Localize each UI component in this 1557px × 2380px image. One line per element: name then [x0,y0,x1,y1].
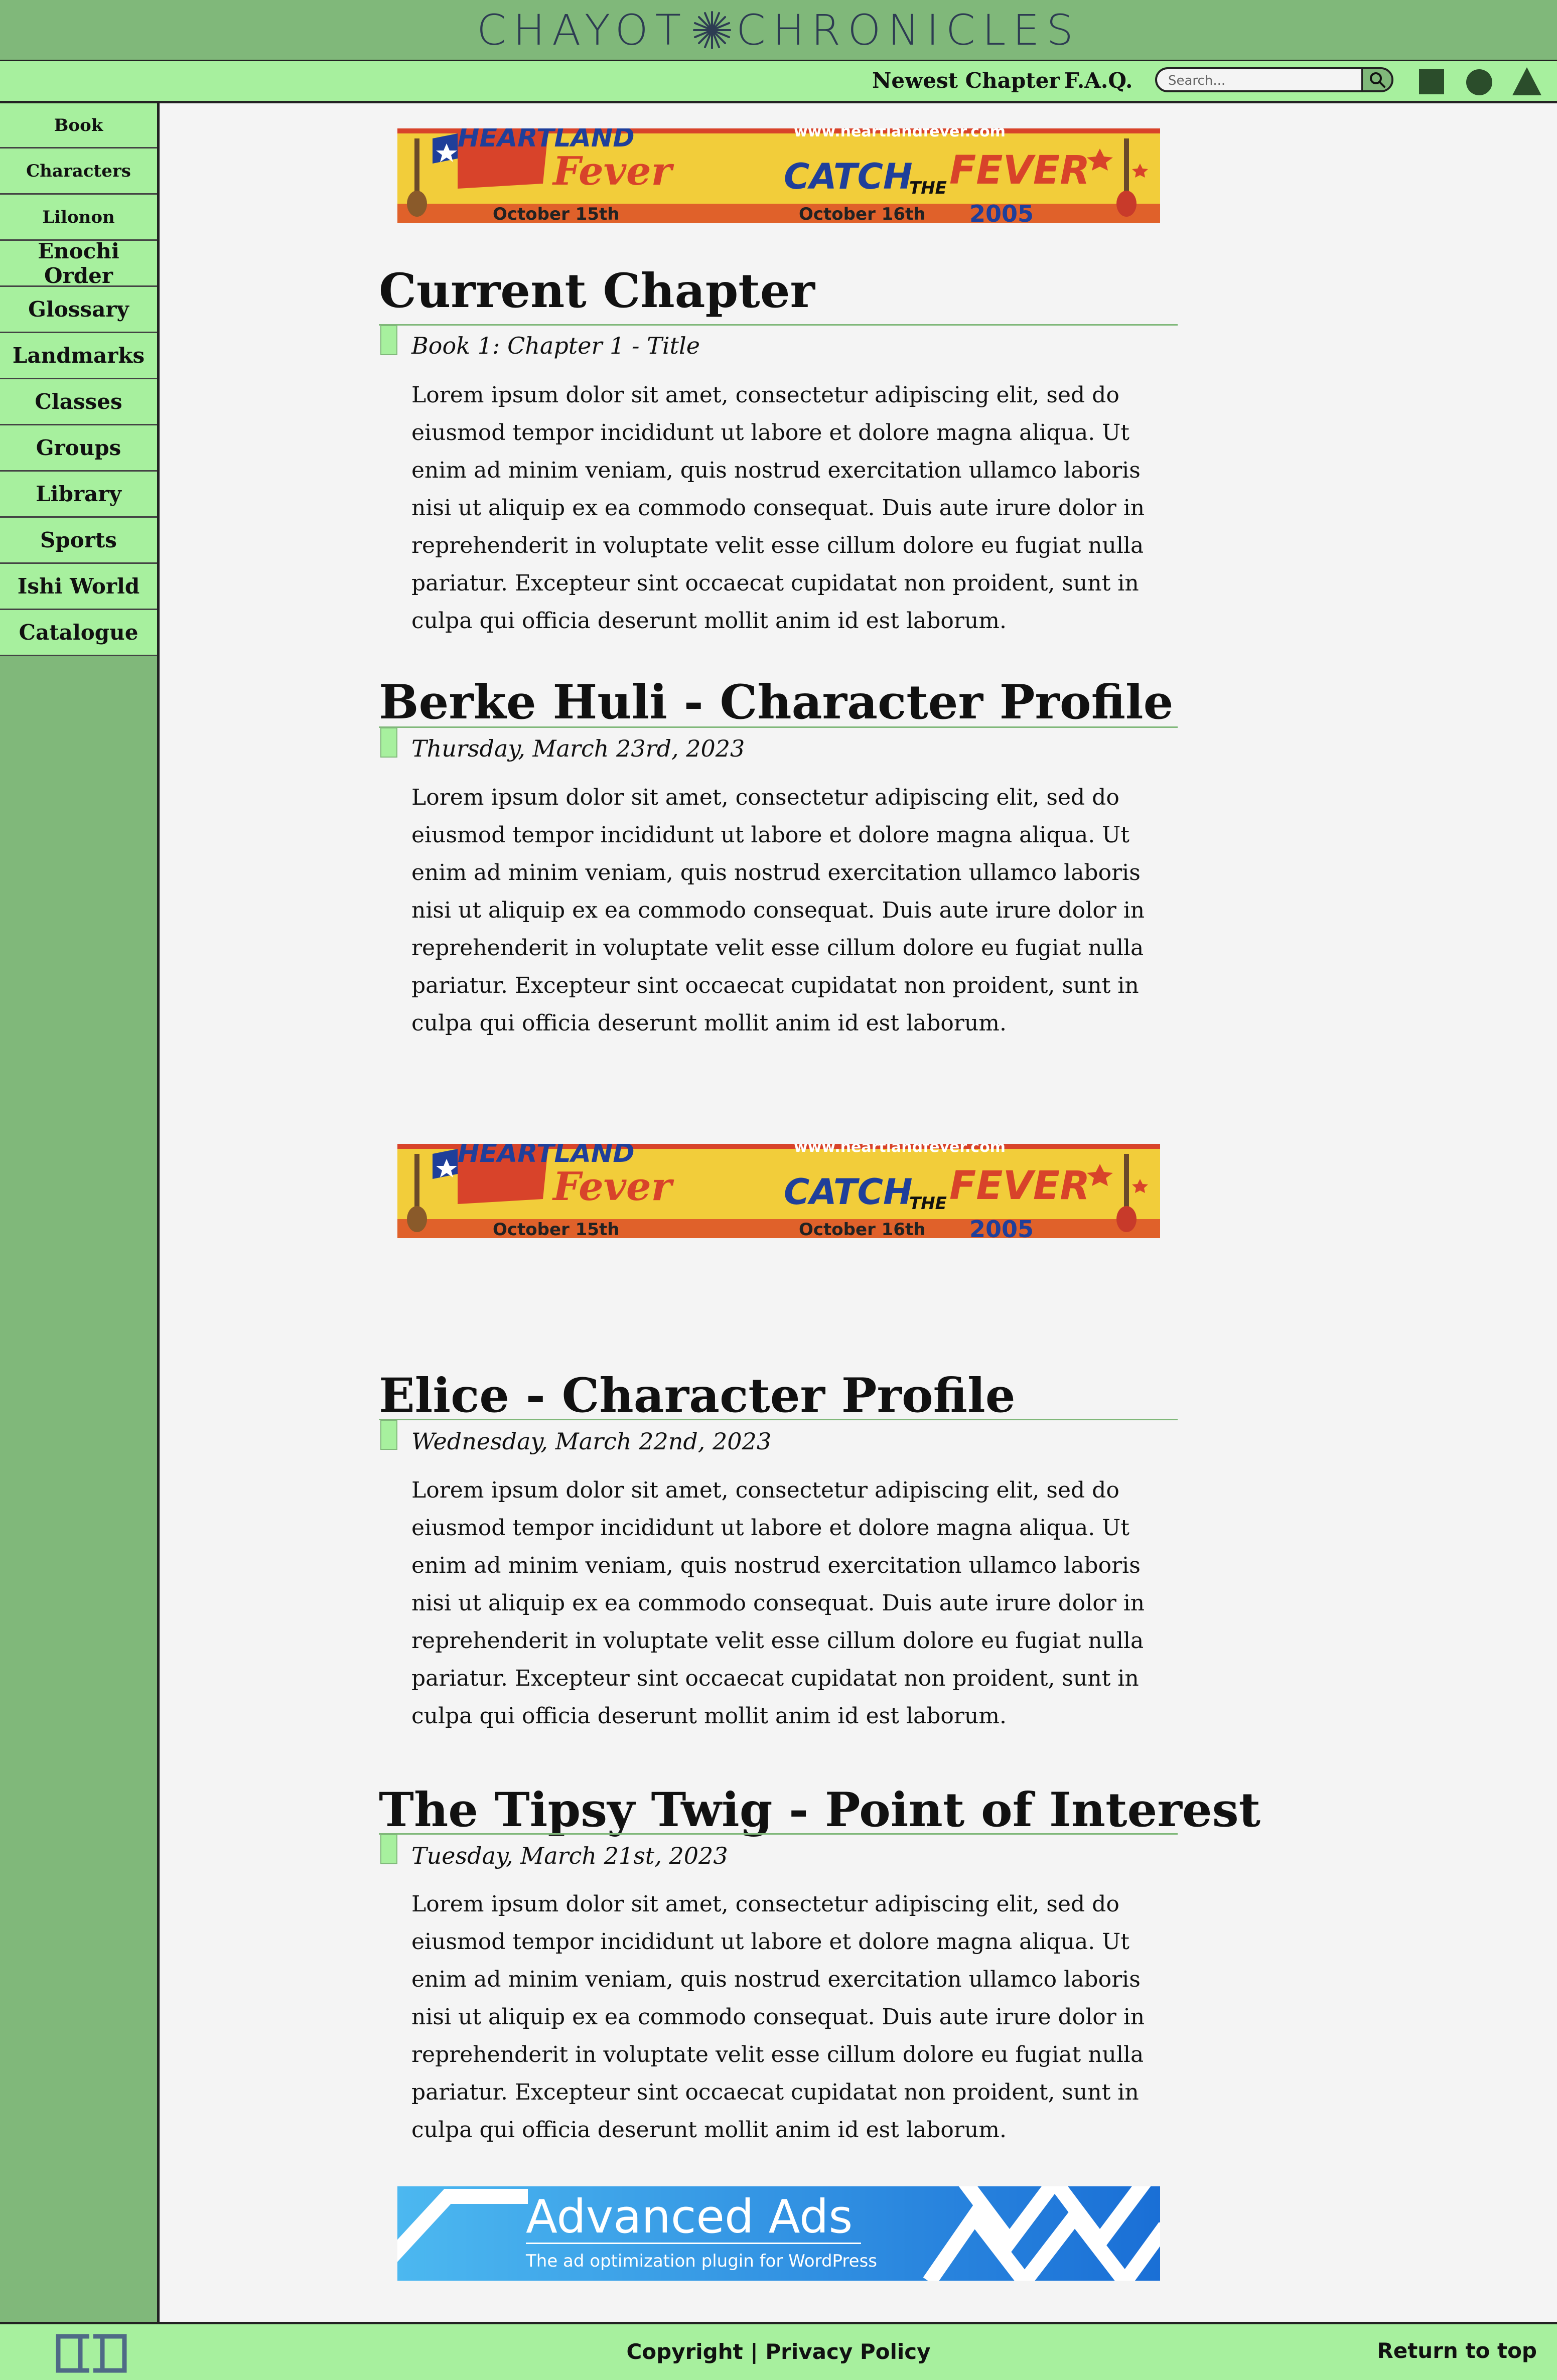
ad-heartland-year: 2005 [969,200,1034,223]
copyright-link[interactable]: Copyright [626,2339,743,2364]
sidebar-item-label: Book [54,115,103,135]
ad-banner-heartland[interactable]: HEARTLAND Fever www.heartlandfever.com C… [397,1144,1160,1238]
ad-banner-advanced-ads[interactable]: Advanced Ads The ad optimization plugin … [397,2186,1160,2281]
heartland-ad-graphic: HEARTLAND Fever www.heartlandfever.com C… [397,128,1160,223]
sidebar-item-enochi-order[interactable]: Enochi Order [0,238,157,288]
site-footer: Copyright | Privacy Policy Return to top [0,2322,1557,2380]
site-title-part1: CHAYOT [477,5,688,55]
square-icon[interactable] [1419,69,1444,94]
sidebar-item-landmarks[interactable]: Landmarks [0,333,157,379]
post-meta: Thursday, March 23rd, 2023 [411,735,745,762]
ad-heartland-the: THE [909,1194,947,1214]
sidebar-item-label: Lilonon [42,207,115,227]
post-meta: Wednesday, March 22nd, 2023 [411,1428,772,1455]
sidebar-item-label: Glossary [28,297,129,322]
site-title-part2: CHRONICLES [736,5,1080,55]
ad-heartland-url: www.heartlandfever.com [794,128,1006,140]
ad-heartland-script: Fever [552,148,674,194]
ad-heartland-catch: CATCH [784,156,913,197]
ad-heartland-catch: CATCH [784,1171,913,1213]
post-divider [379,726,1178,728]
site-title[interactable]: CHAYOT CHRONICLES [477,6,1080,55]
ad-heartland-url: www.heartlandfever.com [794,1144,1006,1156]
sidebar-item-groups[interactable]: Groups [0,425,157,472]
site-header: CHAYOT CHRONICLES [0,0,1557,61]
advanced-ads-graphic: Advanced Ads The ad optimization plugin … [397,2186,1160,2281]
triangle-icon[interactable] [1512,67,1541,95]
nav-newest-chapter[interactable]: Newest Chapter [872,68,1060,93]
post-title: Berke Huli - Character Profile [379,675,1174,730]
ad-banner-heartland[interactable]: HEARTLAND Fever www.heartlandfever.com C… [397,128,1160,223]
post-divider [379,1833,1178,1835]
footer-links: Copyright | Privacy Policy [0,2339,1557,2364]
post-marker [380,1420,397,1450]
star-burst-icon [693,11,732,49]
post-body: Lorem ipsum dolor sit amet, consectetur … [411,382,1145,634]
return-to-top-link[interactable]: Return to top [1377,2338,1537,2363]
post-marker [380,1834,397,1864]
post-divider [379,1419,1178,1420]
post-meta: Tuesday, March 21st, 2023 [411,1842,728,1869]
ad-advanced-subtitle: The ad optimization plugin for WordPress [525,2251,877,2271]
ad-heartland-year: 2005 [969,1216,1034,1238]
sidebar-item-catalogue[interactable]: Catalogue [0,610,157,656]
sidebar-item-ishi-world[interactable]: Ishi World [0,564,157,610]
post-title: Elice - Character Profile [379,1368,1016,1423]
search-icon [1369,72,1385,88]
post-meta: Book 1: Chapter 1 - Title [411,332,700,359]
heartland-ad-graphic: HEARTLAND Fever www.heartlandfever.com C… [397,1144,1160,1238]
ad-heartland-fever: FEVER [949,148,1090,193]
post-marker [380,325,397,355]
sidebar-item-label: Library [36,482,121,506]
post-title: The Tipsy Twig - Point of Interest [379,1782,1261,1838]
sidebar: Book Characters Lilonon Enochi Order Glo… [0,103,160,2322]
top-navigation: Newest Chapter F.A.Q. [0,61,1557,103]
sidebar-item-book[interactable]: Book [0,103,157,148]
post-body: Lorem ipsum dolor sit amet, consectetur … [411,1477,1145,1729]
post-marker [380,727,397,758]
post-divider [379,324,1178,326]
sidebar-item-glossary[interactable]: Glossary [0,287,157,333]
privacy-policy-link[interactable]: Privacy Policy [765,2339,930,2364]
sidebar-item-library[interactable]: Library [0,472,157,518]
post-title: Current Chapter [379,263,815,319]
sidebar-item-label: Classes [35,389,122,414]
ad-heartland-fever: FEVER [949,1163,1090,1209]
sidebar-item-label: Groups [36,435,121,460]
footer-separator: | [750,2339,758,2364]
post-body: Lorem ipsum dolor sit amet, consectetur … [411,785,1145,1036]
sidebar-item-label: Enochi Order [38,238,119,288]
search-input[interactable] [1167,71,1355,90]
sidebar-item-classes[interactable]: Classes [0,379,157,425]
sidebar-item-label: Characters [26,161,131,181]
ad-heartland-script: Fever [552,1164,674,1210]
search-box [1155,67,1393,92]
circle-icon[interactable] [1466,69,1492,95]
sidebar-item-lilonon[interactable]: Lilonon [0,195,157,241]
post-body: Lorem ipsum dolor sit amet, consectetur … [411,1891,1145,2143]
sidebar-item-label: Catalogue [19,620,138,645]
sidebar-item-label: Sports [40,528,117,552]
sidebar-item-label: Ishi World [17,574,140,599]
ad-heartland-date-left: October 15th [493,204,619,223]
sidebar-item-characters[interactable]: Characters [0,148,157,195]
sidebar-item-sports[interactable]: Sports [0,518,157,564]
nav-faq[interactable]: F.A.Q. [1064,68,1133,93]
search-button[interactable] [1361,69,1391,90]
ad-heartland-date-left: October 15th [493,1220,619,1238]
ad-heartland-date-right: October 16th [799,204,925,223]
ad-advanced-title: Advanced Ads [526,2190,853,2244]
ad-heartland-the: THE [909,178,947,198]
sidebar-item-label: Landmarks [12,343,145,368]
ad-heartland-date-right: October 16th [799,1220,925,1238]
